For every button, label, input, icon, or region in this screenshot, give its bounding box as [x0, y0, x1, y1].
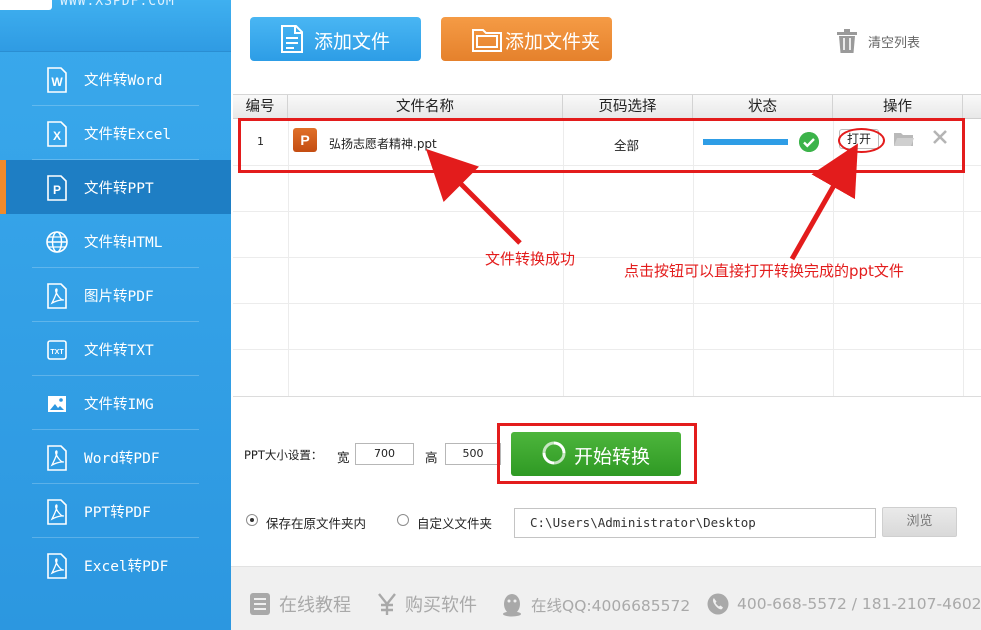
svg-text:P: P	[53, 183, 61, 197]
phone-icon	[707, 593, 729, 615]
add-file-button[interactable]: 添加文件	[250, 17, 421, 61]
column-header-file-name: 文件名称	[288, 95, 563, 119]
table-header: 编号 文件名称 页码选择 状态 操作	[233, 95, 981, 119]
sidebar-item-label: Word转PDF	[84, 451, 160, 467]
logo	[0, 0, 52, 10]
column-header-index: 编号	[233, 95, 288, 119]
svg-text:X: X	[53, 129, 61, 143]
pdf-icon	[47, 499, 67, 525]
annotation-success: 文件转换成功	[485, 250, 576, 268]
sidebar-item-word-to-pdf[interactable]: Word转PDF	[0, 430, 231, 484]
qq-penguin-icon	[503, 594, 521, 617]
sidebar-item-excel-to-pdf[interactable]: Excel转PDF	[0, 538, 231, 592]
sidebar-item-label: 文件转Excel	[84, 127, 172, 143]
sidebar-item-label: 文件转HTML	[84, 235, 163, 251]
buy-software-label: 购买软件	[405, 595, 477, 616]
image-icon	[48, 396, 66, 412]
clear-list-label: 清空列表	[868, 35, 921, 51]
sidebar-item-label: 图片转PDF	[84, 289, 154, 305]
start-convert-label: 开始转换	[574, 446, 651, 468]
add-folder-label: 添加文件夹	[505, 31, 601, 53]
trash-icon	[837, 29, 857, 53]
pdf-icon	[47, 283, 67, 309]
sidebar-item-file-to-img[interactable]: 文件转IMG	[0, 376, 231, 430]
save-original-radio[interactable]	[246, 514, 258, 526]
sidebar-item-file-to-html[interactable]: 文件转HTML	[0, 214, 231, 268]
phone-label: 400-668-5572 / 181-2107-4602	[737, 595, 981, 613]
sidebar: WWW.XSPDF.COM W 文件转Word X 文件转Excel P 文件转…	[0, 0, 231, 630]
column-header-actions: 操作	[833, 95, 963, 119]
site-url: WWW.XSPDF.COM	[60, 0, 175, 9]
footer: 在线教程 购买软件 在线QQ:4006685572 400-668-5572 /…	[231, 566, 981, 630]
output-path-input[interactable]: C:\Users\Administrator\Desktop	[514, 508, 876, 538]
column-header-status: 状态	[693, 95, 833, 119]
height-label: 高	[425, 450, 438, 465]
sidebar-item-label: 文件转TXT	[84, 343, 154, 359]
sidebar-item-file-to-txt[interactable]: TXT 文件转TXT	[0, 322, 231, 376]
sidebar-item-label: Excel转PDF	[84, 559, 169, 575]
sidebar-item-label: PPT转PDF	[84, 505, 151, 521]
buy-software-link[interactable]: 购买软件	[377, 591, 477, 617]
svg-text:TXT: TXT	[50, 349, 64, 356]
phone-contact: 400-668-5572 / 181-2107-4602	[707, 593, 981, 615]
save-original-label: 保存在原文件夹内	[266, 516, 367, 531]
sidebar-item-label: 文件转IMG	[84, 397, 154, 413]
word-icon: W	[47, 67, 67, 93]
sidebar-item-file-to-word[interactable]: W 文件转Word	[0, 52, 231, 106]
width-input[interactable]: 700	[355, 443, 414, 465]
highlight-open-button	[838, 128, 885, 153]
online-tutorial-label: 在线教程	[279, 595, 351, 616]
add-folder-button[interactable]: 添加文件夹	[441, 17, 612, 61]
online-qq-label: 在线QQ:4006685572	[531, 597, 691, 615]
yen-icon	[378, 593, 396, 615]
globe-icon	[46, 231, 68, 253]
document-icon	[250, 593, 270, 615]
custom-folder-label: 自定义文件夹	[417, 516, 493, 531]
txt-icon: TXT	[47, 340, 67, 360]
sidebar-item-ppt-to-pdf[interactable]: PPT转PDF	[0, 484, 231, 538]
sidebar-item-file-to-excel[interactable]: X 文件转Excel	[0, 106, 231, 160]
ppt-size-label: PPT大小设置：	[244, 448, 323, 462]
excel-icon: X	[47, 121, 67, 147]
brand-header: WWW.XSPDF.COM	[0, 0, 231, 52]
height-input[interactable]: 500	[445, 443, 501, 465]
sidebar-item-label: 文件转PPT	[84, 181, 154, 197]
start-convert-button[interactable]: 开始转换	[511, 432, 681, 476]
svg-text:W: W	[51, 75, 63, 89]
column-header-pages: 页码选择	[563, 95, 693, 119]
clear-list-button[interactable]: 清空列表	[836, 28, 920, 54]
folder-icon	[472, 29, 502, 52]
width-label: 宽	[337, 450, 350, 465]
annotation-open-hint: 点击按钮可以直接打开转换完成的ppt文件	[624, 262, 904, 280]
browse-button[interactable]: 浏览	[882, 507, 957, 537]
pdf-icon	[47, 445, 67, 471]
ppt-icon: P	[47, 175, 67, 201]
document-icon	[281, 25, 303, 53]
pdf-icon	[47, 553, 67, 579]
refresh-icon	[542, 441, 566, 465]
online-qq-link[interactable]: 在线QQ:4006685572	[501, 593, 690, 617]
sidebar-item-file-to-ppt[interactable]: P 文件转PPT	[0, 160, 231, 214]
sidebar-item-image-to-pdf[interactable]: 图片转PDF	[0, 268, 231, 322]
custom-folder-radio[interactable]	[397, 514, 409, 526]
sidebar-item-label: 文件转Word	[84, 73, 163, 89]
add-file-label: 添加文件	[314, 31, 391, 53]
online-tutorial-link[interactable]: 在线教程	[249, 591, 351, 617]
